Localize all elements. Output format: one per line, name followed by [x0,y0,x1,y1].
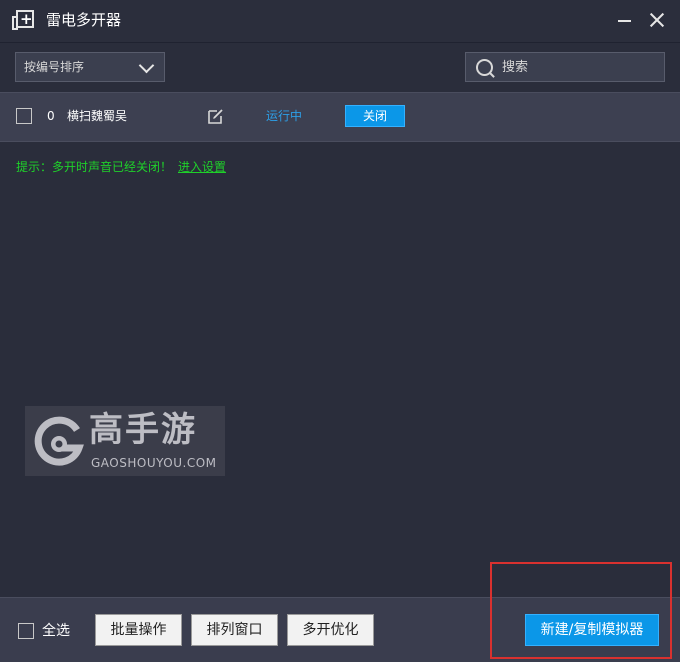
emulator-index: 0 [47,109,55,123]
add-window-icon: + [12,10,34,30]
settings-link[interactable]: 进入设置 [178,158,226,176]
minimize-button[interactable] [616,12,632,28]
window-close-button[interactable] [648,11,666,29]
edit-icon[interactable] [208,108,224,124]
emulator-status: 运行中 [266,109,303,123]
select-all-checkbox[interactable] [18,623,34,639]
chevron-down-icon [138,57,155,74]
watermark-logo-icon [34,416,84,466]
watermark: 高手游 GAOSHOUYOU.COM [25,406,225,476]
search-box[interactable] [465,52,665,82]
watermark-subtext: GAOSHOUYOU.COM [91,456,217,470]
select-all-label: 全选 [42,623,70,639]
sort-dropdown-value: 按编号排序 [24,60,85,74]
sort-dropdown[interactable]: 按编号排序 [15,52,165,82]
new-copy-emulator-button[interactable]: 新建/复制模拟器 [525,614,659,646]
batch-operation-button[interactable]: 批量操作 [95,614,182,646]
title-bar: + 雷电多开器 [0,0,680,43]
search-input[interactable] [502,57,652,77]
multi-open-optimize-button[interactable]: 多开优化 [287,614,374,646]
emulator-name: 横扫魏蜀吴 [67,109,128,123]
watermark-text: 高手游 [89,410,197,450]
sound-tip: 提示：多开时声音已经关闭！ [16,160,173,174]
arrange-windows-button[interactable]: 排列窗口 [191,614,278,646]
bottom-bar: 全选 批量操作 排列窗口 多开优化 新建/复制模拟器 [0,597,680,662]
window-title: 雷电多开器 [46,11,122,29]
emulator-row: 0 横扫魏蜀吴 运行中 关闭 [0,92,680,142]
row-checkbox[interactable] [16,108,32,124]
search-icon [476,59,493,76]
close-emulator-button[interactable]: 关闭 [345,105,405,127]
